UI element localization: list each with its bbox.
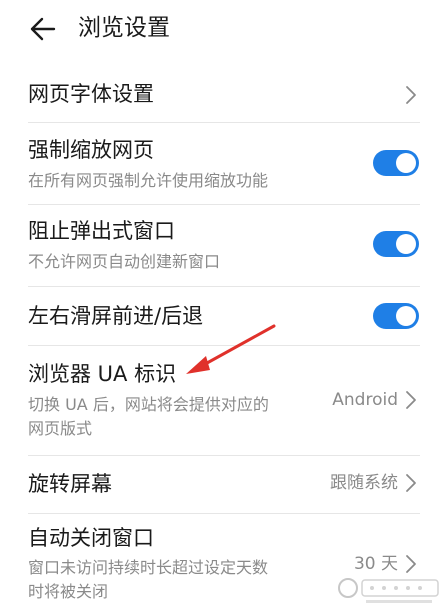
setting-subtitle: 网页版式 bbox=[28, 419, 93, 438]
setting-title: 强制缩放网页 bbox=[28, 138, 154, 162]
setting-subtitle: 不允许网页自动创建新窗口 bbox=[28, 252, 221, 271]
chevron-right-icon bbox=[406, 86, 416, 104]
setting-row-force-zoom[interactable]: 强制缩放网页 在所有网页强制允许使用缩放功能 bbox=[28, 123, 420, 205]
watermark-logo-icon bbox=[338, 578, 439, 603]
setting-subtitle: 切换 UA 后，网站将会提供对应的 bbox=[28, 395, 269, 414]
app-header: 浏览设置 bbox=[0, 0, 448, 58]
setting-row-swipe-nav[interactable]: 左右滑屏前进/后退 bbox=[28, 287, 420, 345]
setting-title: 自动关闭窗口 bbox=[28, 526, 154, 550]
chevron-right-icon bbox=[406, 391, 416, 409]
setting-row-rotate[interactable]: 旋转屏幕 跟随系统 bbox=[28, 456, 420, 514]
setting-title: 左右滑屏前进/后退 bbox=[28, 304, 204, 328]
block-popup-toggle[interactable] bbox=[373, 231, 419, 257]
setting-title: 旋转屏幕 bbox=[28, 472, 112, 496]
setting-title: 阻止弹出式窗口 bbox=[28, 219, 175, 243]
page-title: 浏览设置 bbox=[78, 15, 170, 41]
toggle-knob bbox=[396, 153, 416, 173]
setting-row-block-popup[interactable]: 阻止弹出式窗口 不允许网页自动创建新窗口 bbox=[28, 205, 420, 287]
setting-title: 网页字体设置 bbox=[28, 82, 154, 106]
chevron-right-icon bbox=[406, 474, 416, 492]
setting-subtitle: 在所有网页强制允许使用缩放功能 bbox=[28, 171, 269, 190]
setting-row-ua[interactable]: 浏览器 UA 标识 切换 UA 后，网站将会提供对应的 网页版式 Android bbox=[28, 346, 420, 456]
toggle-knob bbox=[396, 306, 416, 326]
setting-row-font[interactable]: 网页字体设置 bbox=[28, 58, 420, 128]
swipe-nav-toggle[interactable] bbox=[373, 303, 419, 329]
setting-title: 浏览器 UA 标识 bbox=[28, 362, 177, 386]
ua-value: Android bbox=[332, 390, 398, 410]
force-zoom-toggle[interactable] bbox=[373, 150, 419, 176]
rotate-value: 跟随系统 bbox=[330, 473, 398, 493]
setting-subtitle: 时将被关闭 bbox=[28, 582, 109, 601]
setting-subtitle: 窗口未访问持续时长超过设定天数 bbox=[28, 558, 269, 577]
arrow-left-icon[interactable] bbox=[28, 14, 58, 44]
toggle-knob bbox=[396, 234, 416, 254]
